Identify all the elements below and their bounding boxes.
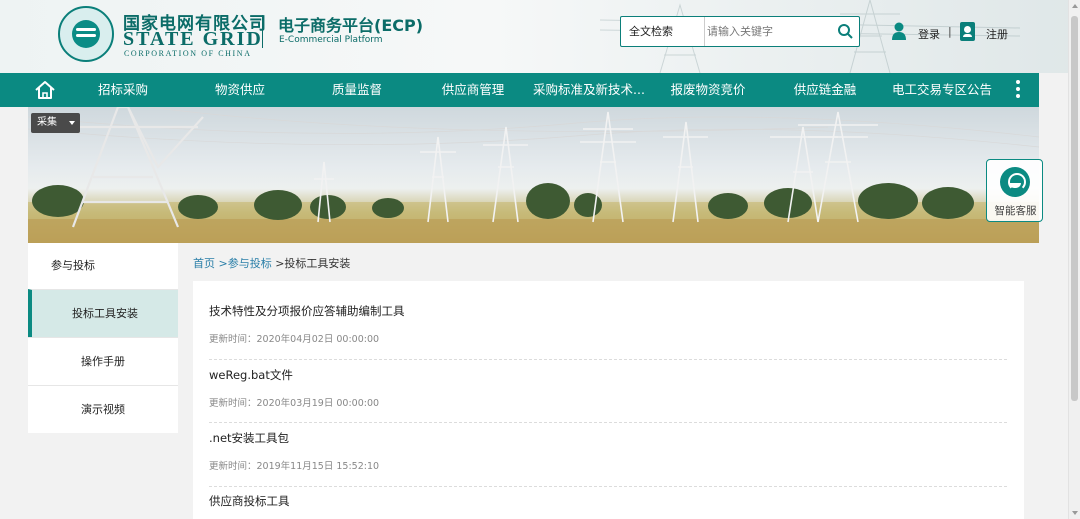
download-list: 技术特性及分项报价应答辅助编制工具 更新时间：2020年04月02日 00:00… — [193, 281, 1024, 519]
scroll-down-icon[interactable] — [1072, 511, 1078, 515]
breadcrumb-current: >投标工具安装 — [275, 257, 351, 270]
power-line-illustration — [28, 107, 1039, 243]
smart-service-button[interactable]: 智能客服 — [986, 159, 1043, 222]
page-scrollbar[interactable] — [1068, 0, 1080, 519]
nav-item-scrap-auction[interactable]: 报废物资竞价 — [664, 73, 752, 107]
user-icon[interactable] — [892, 22, 906, 40]
sidebar-item-demo-video[interactable]: 演示视频 — [28, 385, 178, 433]
list-item-time: 更新时间：2020年04月02日 00:00:00 — [209, 334, 380, 345]
state-grid-logo[interactable] — [58, 6, 114, 62]
nav-item-supplier[interactable]: 供应商管理 — [430, 73, 516, 107]
nav-item-finance[interactable]: 供应链金融 — [780, 73, 870, 107]
list-item-title[interactable]: weReg.bat文件 — [209, 367, 293, 383]
search-box: 全文检索 — [620, 16, 860, 47]
breadcrumb-parent-link[interactable]: >参与投标 — [219, 257, 272, 270]
breadcrumb: 首页 >参与投标 >投标工具安装 — [193, 255, 350, 271]
auth-separator: | — [948, 25, 952, 38]
list-item-title[interactable]: 供应商投标工具 — [209, 493, 290, 509]
nav-item-bidding[interactable]: 招标采购 — [80, 73, 166, 107]
list-item-title[interactable]: 技术特性及分项报价应答辅助编制工具 — [209, 303, 405, 319]
register-icon[interactable] — [960, 22, 975, 41]
search-scope-select[interactable]: 全文检索 — [621, 17, 705, 46]
search-icon[interactable] — [837, 23, 853, 39]
main-nav: 招标采购 物资供应 质量监督 供应商管理 采购标准及新技术... 报废物资竞价 … — [0, 73, 1039, 107]
sidebar-item-manual[interactable]: 操作手册 — [28, 337, 178, 385]
sidebar-item-tool-install[interactable]: 投标工具安装 — [28, 289, 178, 337]
platform-subtitle: E-Commercial Platform — [279, 35, 383, 45]
scrollbar-thumb[interactable] — [1071, 16, 1078, 401]
banner-image — [28, 107, 1039, 243]
logo-en-subtext: CORPORATION OF CHINA — [124, 49, 252, 58]
nav-item-electrical-announcements[interactable]: 电工交易专区公告 — [884, 73, 1000, 107]
list-item-time: 更新时间：2020年03月19日 00:00:00 — [209, 398, 380, 409]
list-item[interactable]: weReg.bat文件 更新时间：2020年03月19日 00:00:00 — [209, 367, 1007, 423]
caret-down-icon — [69, 121, 75, 125]
breadcrumb-home-link[interactable]: 首页 — [193, 257, 215, 270]
logo-en-text: STATE GRID — [123, 28, 263, 50]
logo-divider — [262, 15, 263, 48]
more-menu-icon[interactable] — [1014, 80, 1022, 102]
list-item-title[interactable]: .net安装工具包 — [209, 430, 289, 446]
list-item[interactable]: .net安装工具包 更新时间：2019年11月15日 15:52:10 — [209, 430, 1007, 487]
nav-item-supply[interactable]: 物资供应 — [197, 73, 283, 107]
nav-item-quality[interactable]: 质量监督 — [314, 73, 400, 107]
nav-item-standards[interactable]: 采购标准及新技术... — [530, 73, 648, 107]
smart-service-label: 智能客服 — [994, 205, 1037, 217]
headset-icon — [1000, 167, 1030, 197]
register-link[interactable]: 注册 — [986, 26, 1008, 42]
sidebar: 参与投标 投标工具安装 操作手册 演示视频 — [28, 243, 178, 433]
sidebar-heading: 参与投标 — [28, 243, 178, 289]
home-icon[interactable] — [34, 79, 56, 101]
list-item[interactable]: 供应商投标工具 — [209, 493, 1007, 519]
site-header: 国家电网有限公司 STATE GRID CORPORATION OF CHINA… — [0, 0, 1080, 73]
list-item-time: 更新时间：2019年11月15日 15:52:10 — [209, 461, 380, 472]
collect-dropdown[interactable]: 采集 — [31, 113, 80, 133]
platform-title: 电子商务平台(ECP) — [278, 16, 424, 35]
login-link[interactable]: 登录 — [918, 26, 940, 42]
search-input[interactable] — [707, 21, 827, 42]
scroll-up-icon[interactable] — [1072, 4, 1078, 8]
list-item[interactable]: 技术特性及分项报价应答辅助编制工具 更新时间：2020年04月02日 00:00… — [209, 303, 1007, 360]
